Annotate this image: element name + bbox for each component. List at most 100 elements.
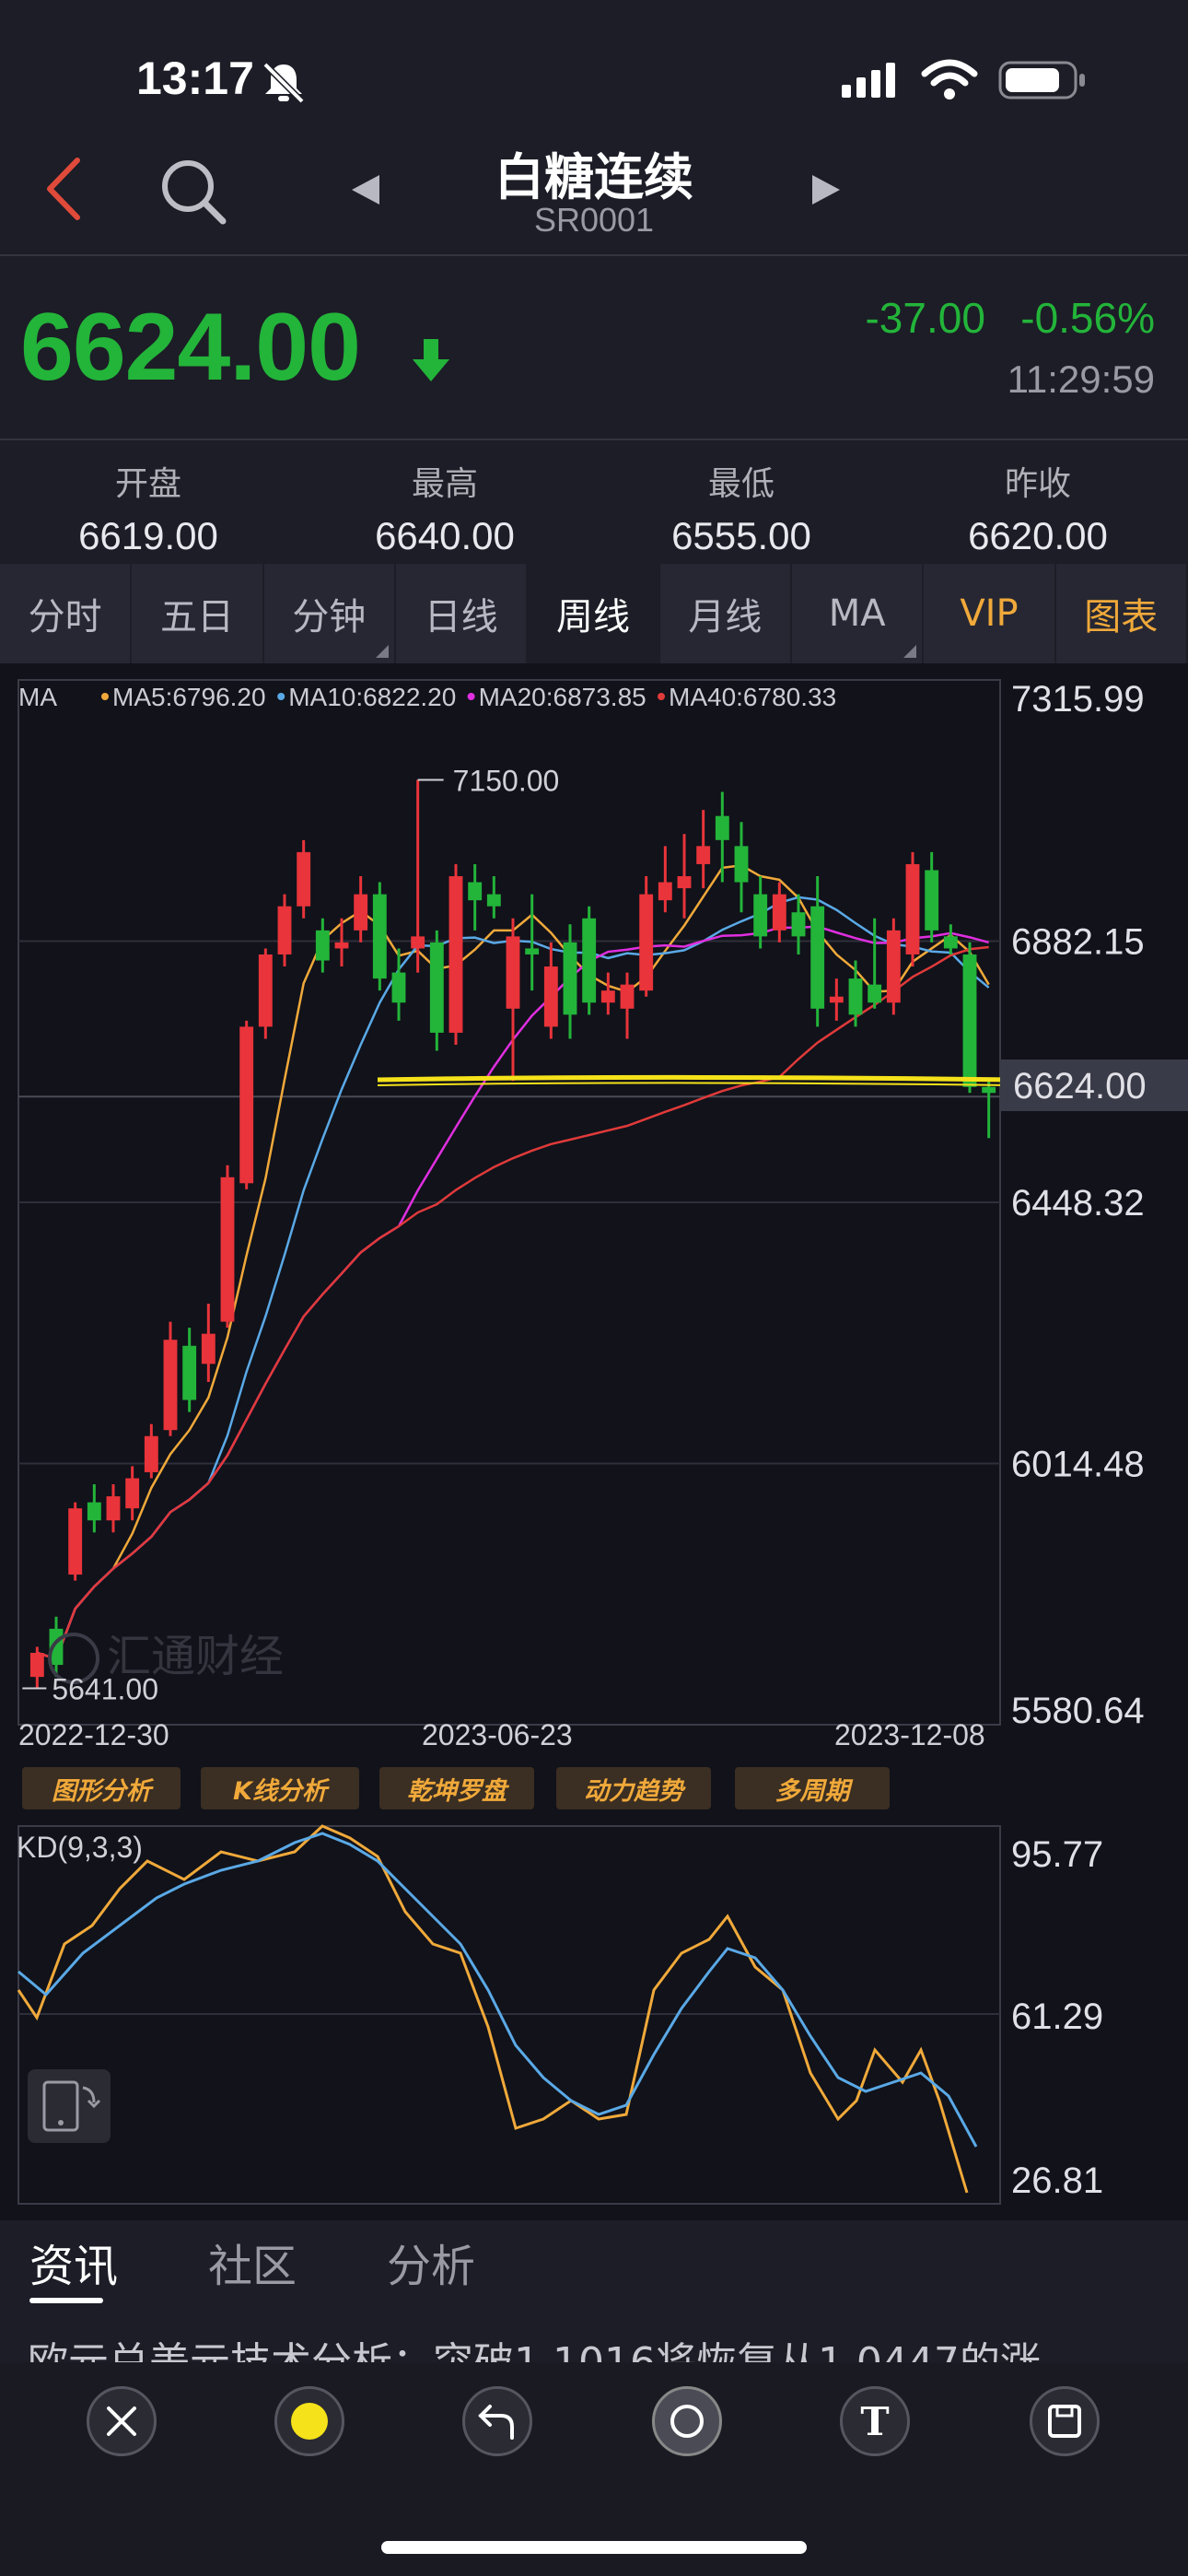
candle-body <box>925 870 939 931</box>
candle-body <box>372 894 387 979</box>
tab-minute[interactable]: 分钟 <box>264 564 396 663</box>
legend-dot <box>277 693 285 700</box>
tab-ma[interactable]: MA <box>792 564 925 663</box>
min-price-label: 5641.00 <box>52 1673 158 1706</box>
quote-time: 11:29:59 <box>1007 357 1155 401</box>
tab-label: 分钟 <box>292 596 367 638</box>
undo-button[interactable] <box>462 2386 532 2456</box>
candle-body <box>334 942 349 949</box>
divider <box>0 439 1188 440</box>
kd-y-top: 95.77 <box>1011 1834 1103 1875</box>
next-contract-arrow-icon[interactable] <box>810 173 842 206</box>
candle-body <box>182 1345 197 1400</box>
legend-dot <box>467 693 475 700</box>
last-price: 6624.00 <box>20 294 361 401</box>
color-picker-button[interactable] <box>274 2386 344 2456</box>
tab-news[interactable]: 资讯 <box>29 2230 118 2294</box>
tab-vip[interactable]: VIP <box>924 564 1056 663</box>
contract-code: SR0001 <box>533 201 655 239</box>
y-axis-label: 5580.64 <box>1011 1691 1145 1731</box>
fullscreen-toggle[interactable] <box>28 2069 111 2143</box>
x-label-mid: 2023-06-23 <box>422 1718 573 1751</box>
candle-body <box>772 894 786 931</box>
candle-body <box>620 984 635 1009</box>
tab-intraday[interactable]: 分时 <box>0 564 133 663</box>
change-percent: -0.56% <box>1020 294 1155 342</box>
candle-body <box>87 1502 101 1521</box>
tab-daily[interactable]: 日线 <box>396 564 529 663</box>
kd-y-bottom: 26.81 <box>1011 2160 1103 2201</box>
candle-body <box>354 894 368 931</box>
status-time: 13:17 <box>136 53 254 104</box>
legend-dot <box>658 693 665 700</box>
stat-prev-close: 昨收 6620.00 <box>890 457 1186 558</box>
tab-five-day[interactable]: 五日 <box>132 564 264 663</box>
kd-indicator-label: KD(9,3,3) <box>17 1831 143 1864</box>
tab-label: 周线 <box>555 596 630 638</box>
indicator-label: MA <box>18 683 57 711</box>
stat-value: 6640.00 <box>375 514 515 557</box>
candle-body <box>448 876 463 1033</box>
yellow-color-swatch-icon <box>291 2403 328 2440</box>
candle-body <box>277 906 292 954</box>
period-tabs: 分时 五日 分钟 日线 周线 月线 MA VIP 图表 <box>0 564 1188 663</box>
candle-body <box>677 876 692 889</box>
y-axis-label: 6882.15 <box>1011 922 1145 963</box>
candle-body <box>543 966 558 1027</box>
stat-value: 6555.00 <box>671 514 811 557</box>
save-drawing-button[interactable] <box>1030 2386 1100 2456</box>
stat-label: 开盘 <box>114 465 181 503</box>
tab-monthly[interactable]: 月线 <box>660 564 792 663</box>
tab-analysis[interactable]: 分析 <box>387 2230 475 2294</box>
candle-body <box>734 846 749 883</box>
text-tool-button[interactable]: T <box>840 2386 910 2456</box>
page-title: 白糖连续 <box>495 148 693 206</box>
candle-body <box>163 1340 178 1431</box>
pattern-analysis-button[interactable]: 图形分析 <box>22 1767 181 1809</box>
tab-label: 图表 <box>1084 596 1159 638</box>
current-price-label: 6624.00 <box>1013 1066 1147 1107</box>
tab-label: 分时 <box>28 596 102 638</box>
close-drawing-button[interactable] <box>87 2386 157 2456</box>
tab-label: MA <box>828 592 886 635</box>
stat-label: 最低 <box>707 465 775 503</box>
max-price-label: 7150.00 <box>453 764 560 797</box>
legend-entry: MA5:6796.20 <box>112 683 266 711</box>
undo-icon <box>478 2405 514 2440</box>
candle-body <box>201 1333 215 1364</box>
candle-body <box>563 942 577 1015</box>
compass-button[interactable]: 乾坤罗盘 <box>379 1767 534 1809</box>
momentum-trend-button[interactable]: 动力趋势 <box>556 1767 711 1809</box>
status-bar: 13:17 <box>0 0 1188 147</box>
kd-y-mid: 61.29 <box>1011 1996 1103 2037</box>
wifi-icon <box>921 59 978 100</box>
candle-body <box>943 936 958 949</box>
tab-weekly[interactable]: 周线 <box>528 564 660 663</box>
rotate-screen-icon <box>42 2080 101 2132</box>
tab-community[interactable]: 社区 <box>208 2230 297 2294</box>
candle-body <box>886 930 901 1003</box>
candle-body <box>962 954 977 1087</box>
home-indicator[interactable] <box>381 2541 807 2554</box>
kline-analysis-button[interactable]: K线分析 <box>201 1767 359 1809</box>
tab-chart-settings[interactable]: 图表 <box>1056 564 1188 663</box>
legend-entry: MA20:6873.85 <box>479 683 646 711</box>
candle-body <box>125 1478 140 1509</box>
kline-chart[interactable]: 汇通财经 MA MA5:6796.20 MA10:6822.20 MA20:6873… <box>0 663 1188 2220</box>
dropdown-corner-icon <box>375 645 389 658</box>
stat-label: 最高 <box>411 465 478 503</box>
candle-body <box>68 1508 83 1575</box>
candles-group <box>29 779 996 1689</box>
multi-period-button[interactable]: 多周期 <box>735 1767 890 1809</box>
content-tabs <box>0 2220 1188 2313</box>
candle-body <box>600 990 615 1003</box>
bell-muted-icon <box>262 62 305 103</box>
circle-tool-button[interactable] <box>652 2386 722 2456</box>
battery-icon <box>998 61 1085 100</box>
candle-body <box>715 815 729 840</box>
tab-label: 月线 <box>688 596 763 638</box>
circle-shape-icon <box>670 2405 704 2438</box>
stat-high: 最高 6640.00 <box>297 457 593 558</box>
candle-body <box>582 918 597 1003</box>
candle-body <box>868 984 882 1003</box>
